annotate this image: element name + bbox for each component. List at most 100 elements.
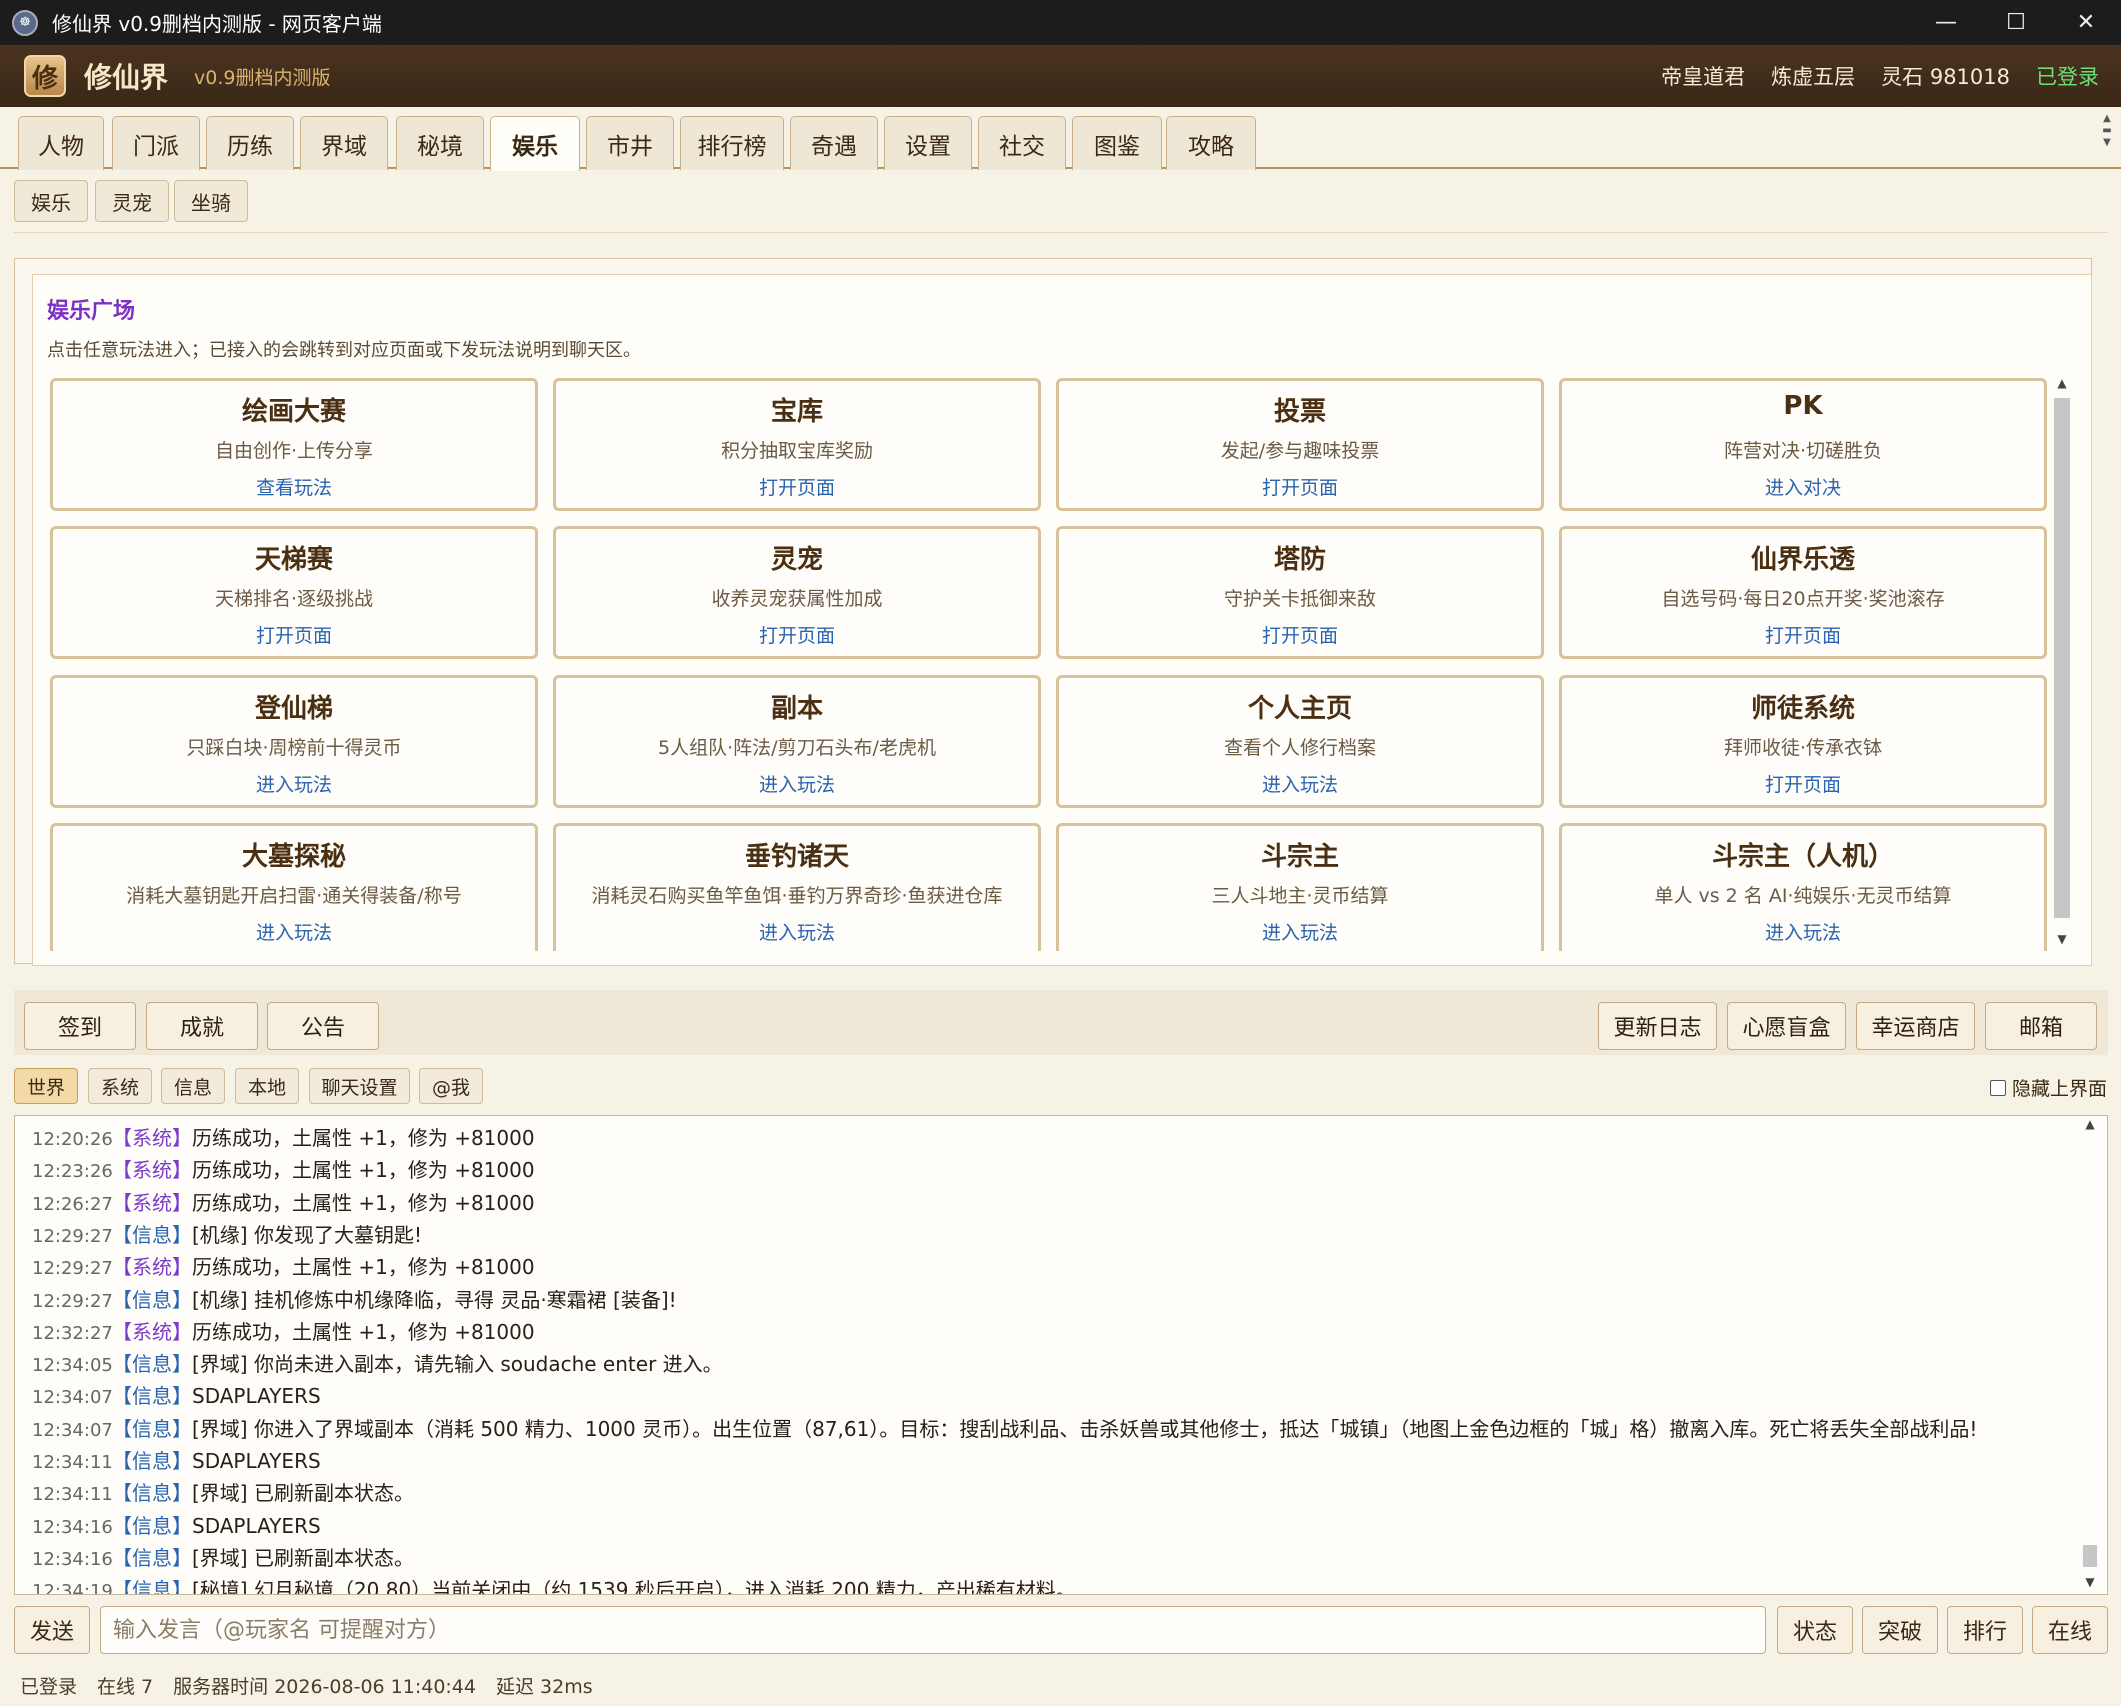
game-card[interactable]: 仙界乐透 自选号码·每日20点开奖·奖池滚存 打开页面 (1559, 526, 2047, 659)
game-card[interactable]: 斗宗主 三人斗地主·灵币结算 进入玩法 (1056, 823, 1544, 956)
divider (14, 232, 2108, 233)
hide-ui-toggle[interactable]: 隐藏上界面 (1989, 1074, 2107, 1101)
game-card-link[interactable]: 进入玩法 (53, 770, 535, 797)
chat-tab-system[interactable]: 系统 (88, 1068, 152, 1104)
chat-line: 12:34:16【信息】[界域] 已刷新副本状态。 (32, 1542, 414, 1571)
online-button[interactable]: 在线 (2032, 1606, 2108, 1654)
scroll-thumb[interactable] (2083, 1545, 2097, 1567)
game-card-link[interactable]: 打开页面 (556, 621, 1038, 648)
checkin-button[interactable]: 签到 (24, 1002, 136, 1050)
tab-scroll-icon[interactable]: ▲ ▬ ▼ (2099, 113, 2115, 163)
chat-channel-tag: 【信息】 (112, 1416, 192, 1441)
chat-input[interactable] (100, 1606, 1766, 1654)
achievements-button[interactable]: 成就 (146, 1002, 258, 1050)
tab-social[interactable]: 社交 (978, 116, 1066, 170)
breakthrough-button[interactable]: 突破 (1862, 1606, 1938, 1654)
game-card-link[interactable]: 查看玩法 (53, 473, 535, 500)
chat-tab-world[interactable]: 世界 (14, 1068, 78, 1104)
chat-log[interactable]: 12:20:26【系统】历练成功，土属性 +1，修为 +81000 12:23:2… (14, 1115, 2108, 1595)
scroll-up-icon[interactable]: ▲ (2080, 1117, 2100, 1131)
chat-line: 12:34:11【信息】SDAPLAYERS (32, 1445, 321, 1474)
game-card[interactable]: 天梯赛 天梯排名·逐级挑战 打开页面 (50, 526, 538, 659)
game-card[interactable]: 绘画大赛 自由创作·上传分享 查看玩法 (50, 378, 538, 511)
game-card[interactable]: 师徒系统 拜师收徒·传承衣钵 打开页面 (1559, 675, 2047, 808)
game-card[interactable]: 大墓探秘 消耗大墓钥匙开启扫雷·通关得装备/称号 进入玩法 (50, 823, 538, 956)
changelog-button[interactable]: 更新日志 (1598, 1002, 1717, 1050)
tab-leaderboard[interactable]: 排行榜 (680, 116, 784, 170)
game-card-link[interactable]: 打开页面 (53, 621, 535, 648)
chat-text: [秘境] 幻月秘境（20,80）当前关闭中（约 1539 秒后开启），进入消耗 … (192, 1578, 1076, 1595)
hide-ui-label: 隐藏上界面 (2011, 1078, 2107, 1100)
game-card-link[interactable]: 进入玩法 (1059, 770, 1541, 797)
maximize-button[interactable]: ☐ (1981, 0, 2051, 45)
tab-character[interactable]: 人物 (18, 116, 104, 170)
game-card-title: PK (1783, 391, 1823, 421)
game-card-link[interactable]: 进入玩法 (53, 918, 535, 945)
close-button[interactable]: ✕ (2051, 0, 2121, 45)
scroll-up-icon[interactable]: ▲ (2052, 376, 2072, 390)
plaza-scrollbar[interactable]: ▲ ▼ (2052, 376, 2072, 950)
app-header: 修 修仙界 v0.9删档内测版 帝皇道君 炼虚五层 灵石 981018 已登录 (0, 45, 2121, 107)
chat-tab-mentions[interactable]: @我 (419, 1068, 483, 1104)
send-button[interactable]: 发送 (14, 1606, 90, 1654)
chat-line: 12:29:27【信息】[机缘] 挂机修炼中机缘降临，寻得 灵品·寒霜裙 [装备… (32, 1284, 677, 1313)
scroll-thumb[interactable] (2054, 398, 2070, 918)
game-card-link[interactable]: 进入玩法 (556, 770, 1038, 797)
chat-line: 12:23:26【系统】历练成功，土属性 +1，修为 +81000 (32, 1154, 535, 1183)
game-card[interactable]: 垂钓诸天 消耗灵石购买鱼竿鱼饵·垂钓万界奇珍·鱼获进仓库 进入玩法 (553, 823, 1041, 956)
game-card[interactable]: 个人主页 查看个人修行档案 进入玩法 (1056, 675, 1544, 808)
game-card[interactable]: 灵宠 收养灵宠获属性加成 打开页面 (553, 526, 1041, 659)
ranking-button[interactable]: 排行 (1947, 1606, 2023, 1654)
game-card-link[interactable]: 打开页面 (1562, 621, 2044, 648)
minimize-button[interactable]: — (1911, 0, 1981, 45)
chat-tab-info[interactable]: 信息 (161, 1068, 225, 1104)
spirit-stones: 灵石 981018 (1881, 65, 2010, 89)
scroll-down-icon[interactable]: ▼ (2080, 1575, 2100, 1589)
game-card[interactable]: 副本 5人组队·阵法/剪刀石头布/老虎机 进入玩法 (553, 675, 1041, 808)
game-card[interactable]: 宝库 积分抽取宝库奖励 打开页面 (553, 378, 1041, 511)
game-card-link[interactable]: 打开页面 (1059, 621, 1541, 648)
subtab-pets[interactable]: 灵宠 (95, 180, 169, 222)
tab-settings[interactable]: 设置 (884, 116, 972, 170)
wish-box-button[interactable]: 心愿盲盒 (1727, 1002, 1846, 1050)
chat-text: SDAPLAYERS (192, 1449, 321, 1473)
game-card-link[interactable]: 打开页面 (556, 473, 1038, 500)
game-card-link[interactable]: 打开页面 (1059, 473, 1541, 500)
tab-guide[interactable]: 攻略 (1166, 116, 1256, 170)
chat-time: 12:34:07 (32, 1387, 113, 1409)
game-card[interactable]: 斗宗主（人机） 单人 vs 2 名 AI·纯娱乐·无灵币结算 进入玩法 (1559, 823, 2047, 956)
announcement-button[interactable]: 公告 (267, 1002, 379, 1050)
tab-codex[interactable]: 图鉴 (1072, 116, 1162, 170)
tab-entertainment[interactable]: 娱乐 (490, 116, 580, 171)
chat-text: [机缘] 你发现了大墓钥匙! (192, 1222, 422, 1247)
game-card-link[interactable]: 打开页面 (1562, 770, 2044, 797)
game-card-link[interactable]: 进入玩法 (1562, 918, 2044, 945)
game-card[interactable]: 投票 发起/参与趣味投票 打开页面 (1056, 378, 1544, 511)
scroll-down-icon[interactable]: ▼ (2052, 932, 2072, 946)
chat-scrollbar[interactable]: ▲ ▼ (2080, 1117, 2100, 1593)
game-card[interactable]: PK 阵营对决·切磋胜负 进入对决 (1559, 378, 2047, 511)
lucky-shop-button[interactable]: 幸运商店 (1856, 1002, 1975, 1050)
game-card-link[interactable]: 进入玩法 (1059, 918, 1541, 945)
subtab-mounts[interactable]: 坐骑 (174, 180, 248, 222)
game-card-subtitle: 只踩白块·周榜前十得灵币 (186, 737, 402, 759)
game-card-link[interactable]: 进入玩法 (556, 918, 1038, 945)
tab-market[interactable]: 市井 (586, 116, 674, 170)
tab-training[interactable]: 历练 (206, 116, 294, 170)
game-card[interactable]: 登仙梯 只踩白块·周榜前十得灵币 进入玩法 (50, 675, 538, 808)
checkbox-icon[interactable] (1989, 1079, 2006, 1096)
tab-encounter[interactable]: 奇遇 (790, 116, 878, 170)
game-card-title: 斗宗主（人机） (1711, 842, 1894, 872)
chat-tab-settings[interactable]: 聊天设置 (309, 1068, 410, 1104)
game-card-link[interactable]: 进入对决 (1562, 473, 2044, 500)
tab-secret-realm[interactable]: 秘境 (396, 116, 484, 170)
game-card[interactable]: 塔防 守护关卡抵御来敌 打开页面 (1056, 526, 1544, 659)
status-button[interactable]: 状态 (1777, 1606, 1853, 1654)
mailbox-button[interactable]: 邮箱 (1985, 1002, 2097, 1050)
tab-sect[interactable]: 门派 (112, 116, 200, 170)
subtab-entertainment[interactable]: 娱乐 (14, 180, 88, 222)
tab-realm[interactable]: 界域 (300, 116, 388, 170)
chat-tab-local[interactable]: 本地 (235, 1068, 299, 1104)
app-logo: 修 (24, 55, 66, 97)
chat-channel-tag: 【系统】 (112, 1126, 192, 1150)
